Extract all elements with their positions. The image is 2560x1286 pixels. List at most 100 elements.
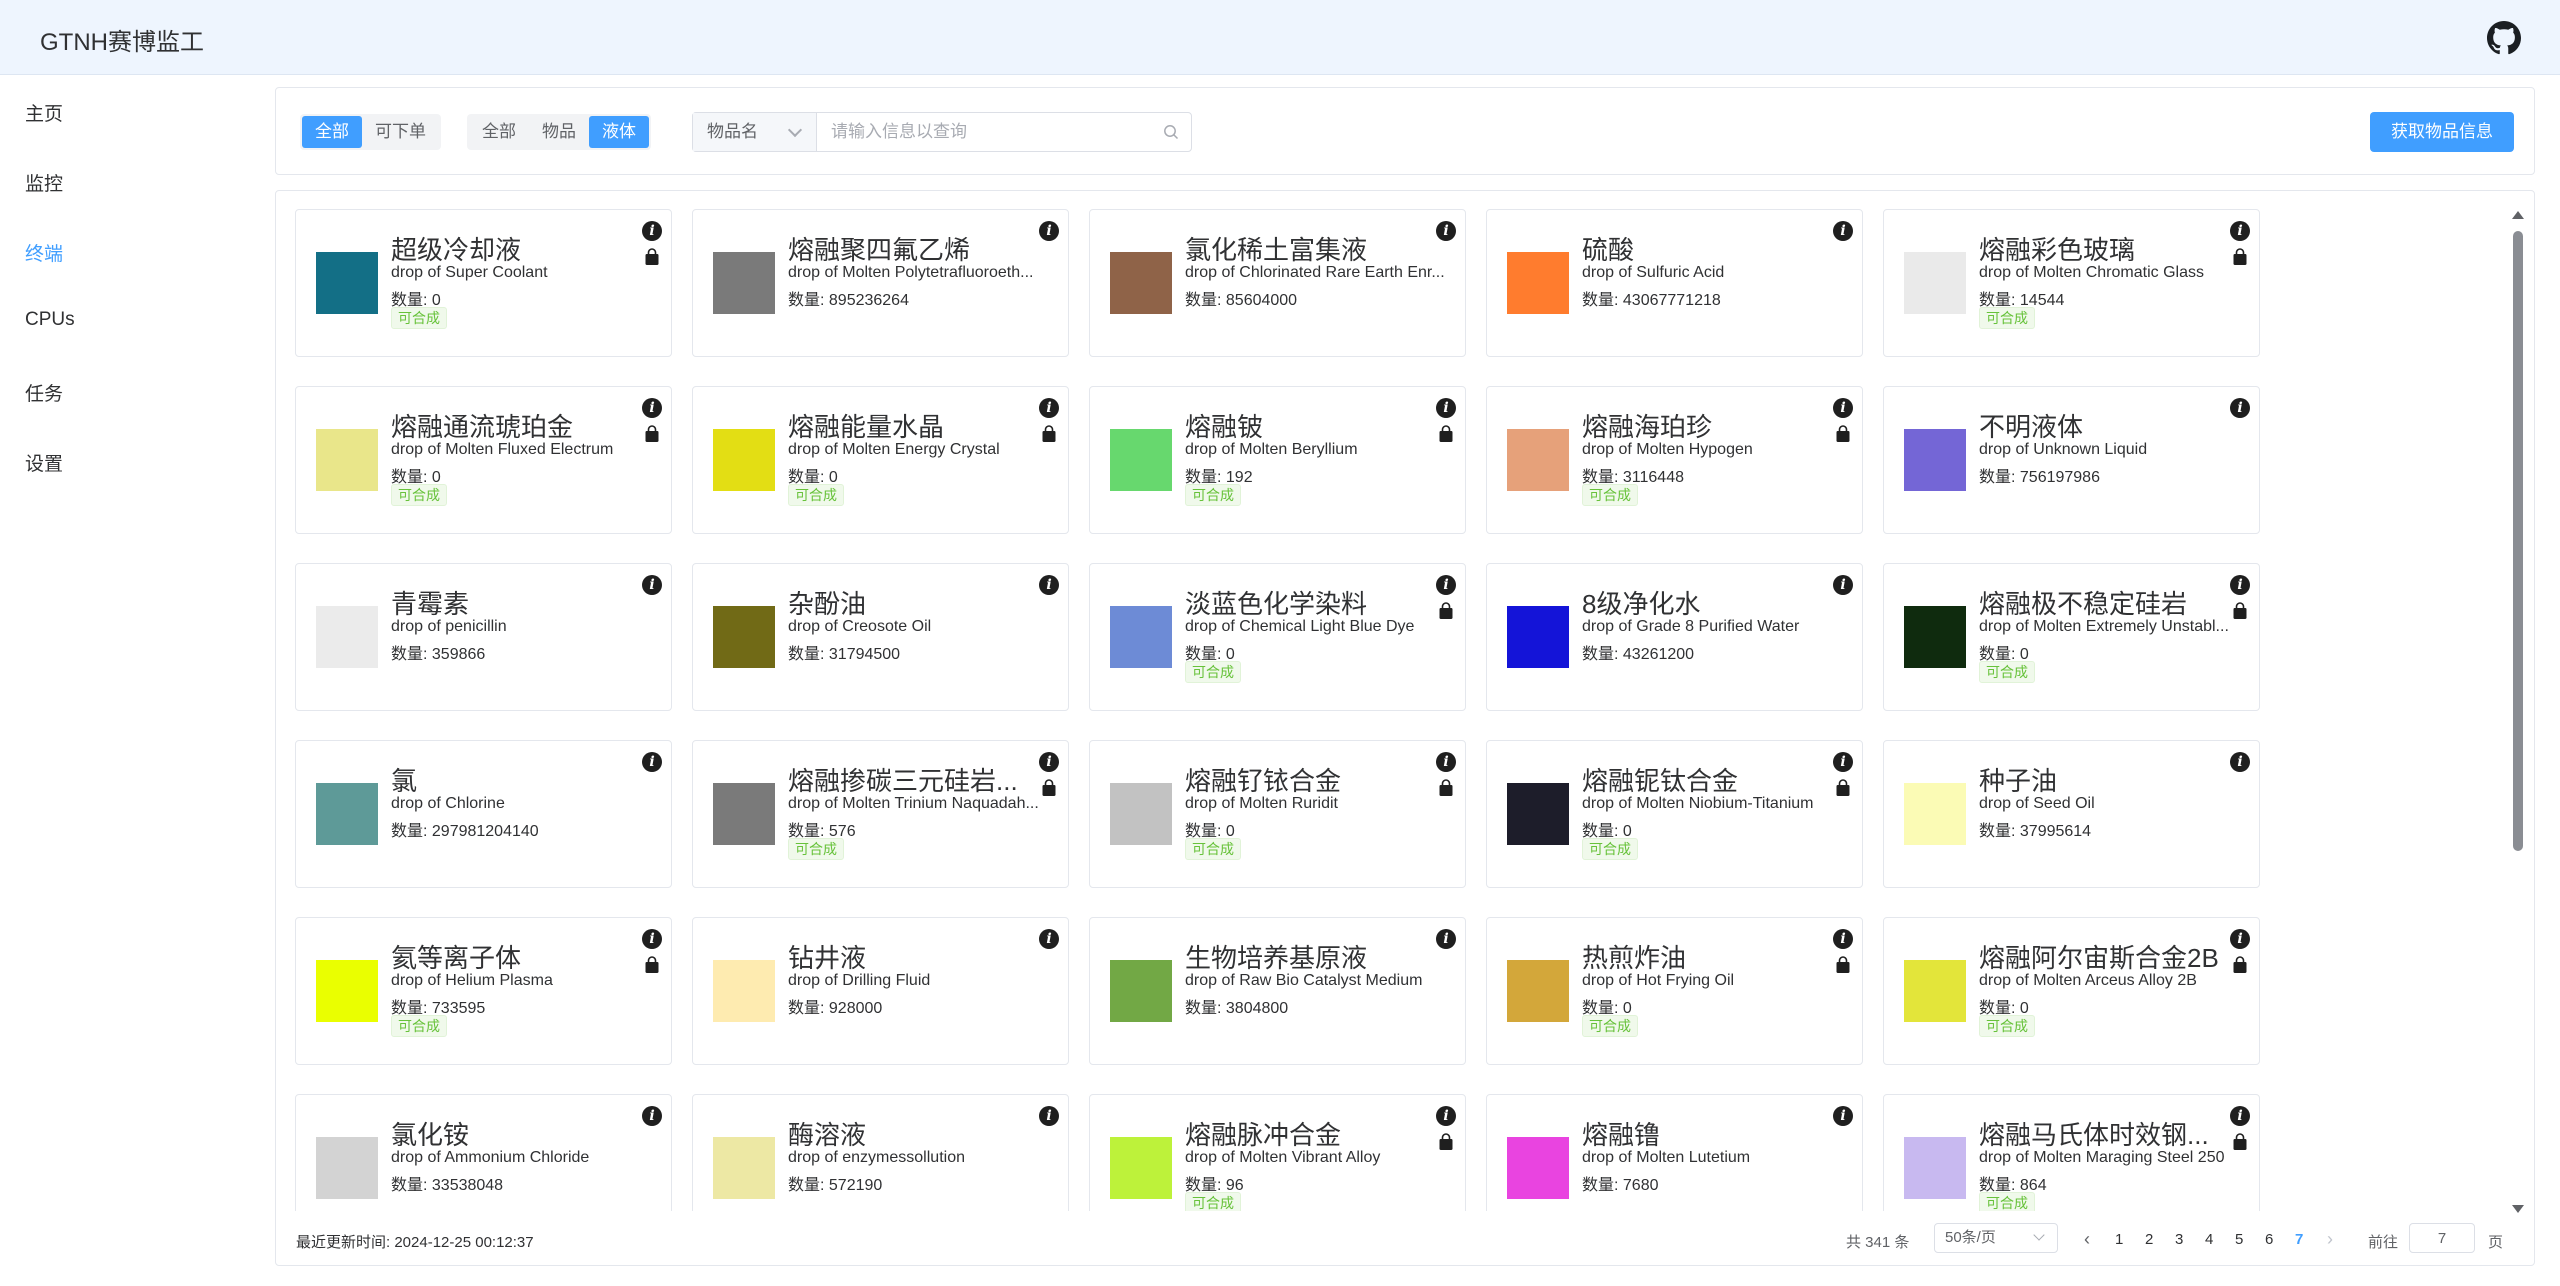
info-icon[interactable]: i xyxy=(1039,575,1059,595)
item-card[interactable]: 熔融镥 drop of Molten Lutetium 数量: 7680 i xyxy=(1486,1094,1863,1211)
info-icon[interactable]: i xyxy=(1039,398,1059,418)
item-card[interactable]: 熔融彩色玻璃 drop of Molten Chromatic Glass 数量: … xyxy=(1883,209,2260,357)
info-icon[interactable]: i xyxy=(2230,575,2250,595)
item-card[interactable]: 熔融能量水晶 drop of Molten Energy Crystal 数量: 0… xyxy=(692,386,1069,534)
item-card[interactable]: 熔融通流琥珀金 drop of Molten Fluxed Electrum 数量:… xyxy=(295,386,672,534)
filter-all-button[interactable]: 全部 xyxy=(302,116,362,148)
shopping-bag-icon[interactable] xyxy=(644,425,660,443)
info-icon[interactable]: i xyxy=(1833,1106,1853,1126)
page-4[interactable]: 4 xyxy=(2205,1231,2213,1248)
info-icon[interactable]: i xyxy=(1833,398,1853,418)
info-icon[interactable]: i xyxy=(2230,1106,2250,1126)
shopping-bag-icon[interactable] xyxy=(1835,425,1851,443)
shopping-bag-icon[interactable] xyxy=(644,248,660,266)
item-card[interactable]: 氯化稀土富集液 drop of Chlorinated Rare Earth En… xyxy=(1089,209,1466,357)
item-card[interactable]: 熔融钌铱合金 drop of Molten Ruridit 数量: 0 i 可合成 xyxy=(1089,740,1466,888)
shopping-bag-icon[interactable] xyxy=(1438,779,1454,797)
shopping-bag-icon[interactable] xyxy=(2232,1133,2248,1151)
info-icon[interactable]: i xyxy=(2230,752,2250,772)
shopping-bag-icon[interactable] xyxy=(1438,1133,1454,1151)
sidebar-item-cpus[interactable]: CPUs xyxy=(25,309,75,331)
sidebar-item-settings[interactable]: 设置 xyxy=(25,449,63,476)
info-icon[interactable]: i xyxy=(642,221,662,241)
item-card[interactable]: 熔融阿尔宙斯合金2B drop of Molten Arceus Alloy 2B… xyxy=(1883,917,2260,1065)
info-icon[interactable]: i xyxy=(1436,1106,1456,1126)
info-icon[interactable]: i xyxy=(1833,752,1853,772)
search-input[interactable] xyxy=(817,113,1191,151)
page-7[interactable]: 7 xyxy=(2295,1231,2303,1248)
shopping-bag-icon[interactable] xyxy=(1835,956,1851,974)
info-icon[interactable]: i xyxy=(1436,398,1456,418)
github-icon[interactable] xyxy=(2487,21,2521,55)
info-icon[interactable]: i xyxy=(2230,221,2250,241)
item-card[interactable]: 熔融掺碳三元硅岩... drop of Molten Trinium Naquad… xyxy=(692,740,1069,888)
info-icon[interactable]: i xyxy=(1436,929,1456,949)
info-icon[interactable]: i xyxy=(2230,929,2250,949)
item-card[interactable]: 杂酚油 drop of Creosote Oil 数量: 31794500 i xyxy=(692,563,1069,711)
type-item-button[interactable]: 物品 xyxy=(529,116,589,148)
fetch-items-button[interactable]: 获取物品信息 xyxy=(2370,112,2514,152)
item-card[interactable]: 熔融聚四氟乙烯 drop of Molten Polytetrafluoroeth… xyxy=(692,209,1069,357)
scroll-thumb[interactable] xyxy=(2513,231,2523,851)
info-icon[interactable]: i xyxy=(1436,752,1456,772)
info-icon[interactable]: i xyxy=(1436,575,1456,595)
item-card[interactable]: 氯 drop of Chlorine 数量: 297981204140 i xyxy=(295,740,672,888)
scrollbar[interactable] xyxy=(2510,211,2526,1213)
search-field-select[interactable]: 物品名 xyxy=(693,113,817,151)
info-icon[interactable]: i xyxy=(1833,221,1853,241)
search-icon[interactable] xyxy=(1163,124,1179,140)
info-icon[interactable]: i xyxy=(642,1106,662,1126)
next-page-icon[interactable]: › xyxy=(2327,1229,2333,1250)
item-card[interactable]: 钻井液 drop of Drilling Fluid 数量: 928000 i xyxy=(692,917,1069,1065)
info-icon[interactable]: i xyxy=(1039,752,1059,772)
item-card[interactable]: 不明液体 drop of Unknown Liquid 数量: 756197986 i xyxy=(1883,386,2260,534)
shopping-bag-icon[interactable] xyxy=(1835,779,1851,797)
type-all-button[interactable]: 全部 xyxy=(469,116,529,148)
shopping-bag-icon[interactable] xyxy=(1041,425,1057,443)
type-fluid-button[interactable]: 液体 xyxy=(589,116,649,148)
info-icon[interactable]: i xyxy=(642,929,662,949)
info-icon[interactable]: i xyxy=(642,398,662,418)
item-card[interactable]: 热煎炸油 drop of Hot Frying Oil 数量: 0 i 可合成 xyxy=(1486,917,1863,1065)
scroll-up-arrow[interactable] xyxy=(2512,211,2524,219)
info-icon[interactable]: i xyxy=(1833,575,1853,595)
page-3[interactable]: 3 xyxy=(2175,1231,2183,1248)
shopping-bag-icon[interactable] xyxy=(1438,425,1454,443)
info-icon[interactable]: i xyxy=(2230,398,2250,418)
item-card[interactable]: 熔融极不稳定硅岩 drop of Molten Extremely Unstabl… xyxy=(1883,563,2260,711)
sidebar-item-home[interactable]: 主页 xyxy=(25,99,63,126)
shopping-bag-icon[interactable] xyxy=(1438,602,1454,620)
item-card[interactable]: 熔融海珀珍 drop of Molten Hypogen 数量: 3116448 i 可… xyxy=(1486,386,1863,534)
shopping-bag-icon[interactable] xyxy=(644,956,660,974)
shopping-bag-icon[interactable] xyxy=(2232,248,2248,266)
info-icon[interactable]: i xyxy=(642,752,662,772)
page-size-select[interactable]: 50条/页 xyxy=(1934,1223,2058,1253)
page-1[interactable]: 1 xyxy=(2115,1231,2123,1248)
item-card[interactable]: 熔融马氏体时效钢... drop of Molten Maraging Steel… xyxy=(1883,1094,2260,1211)
item-card[interactable]: 8级净化水 drop of Grade 8 Purified Water 数量: 4… xyxy=(1486,563,1863,711)
shopping-bag-icon[interactable] xyxy=(1041,779,1057,797)
item-card[interactable]: 酶溶液 drop of enzymessollution 数量: 572190 i xyxy=(692,1094,1069,1211)
item-card[interactable]: 熔融脉冲合金 drop of Molten Vibrant Alloy 数量: 96… xyxy=(1089,1094,1466,1211)
shopping-bag-icon[interactable] xyxy=(2232,956,2248,974)
filter-orderable-button[interactable]: 可下单 xyxy=(362,116,439,148)
info-icon[interactable]: i xyxy=(1833,929,1853,949)
item-card[interactable]: 超级冷却液 drop of Super Coolant 数量: 0 i 可合成 xyxy=(295,209,672,357)
info-icon[interactable]: i xyxy=(1039,929,1059,949)
info-icon[interactable]: i xyxy=(1436,221,1456,241)
page-5[interactable]: 5 xyxy=(2235,1231,2243,1248)
page-2[interactable]: 2 xyxy=(2145,1231,2153,1248)
item-card[interactable]: 熔融铍 drop of Molten Beryllium 数量: 192 i 可合成 xyxy=(1089,386,1466,534)
item-card[interactable]: 熔融铌钛合金 drop of Molten Niobium-Titanium 数量:… xyxy=(1486,740,1863,888)
page-6[interactable]: 6 xyxy=(2265,1231,2273,1248)
goto-page-input[interactable] xyxy=(2409,1223,2475,1253)
sidebar-item-monitor[interactable]: 监控 xyxy=(25,169,63,196)
scroll-down-arrow[interactable] xyxy=(2512,1205,2524,1213)
item-card[interactable]: 种子油 drop of Seed Oil 数量: 37995614 i xyxy=(1883,740,2260,888)
sidebar-item-terminal[interactable]: 终端 xyxy=(25,239,63,266)
item-card[interactable]: 淡蓝色化学染料 drop of Chemical Light Blue Dye 数量… xyxy=(1089,563,1466,711)
sidebar-item-tasks[interactable]: 任务 xyxy=(25,379,63,406)
item-card[interactable]: 生物培养基原液 drop of Raw Bio Catalyst Medium 数量… xyxy=(1089,917,1466,1065)
prev-page-icon[interactable]: ‹ xyxy=(2084,1229,2090,1250)
item-card[interactable]: 硫酸 drop of Sulfuric Acid 数量: 43067771218 i xyxy=(1486,209,1863,357)
